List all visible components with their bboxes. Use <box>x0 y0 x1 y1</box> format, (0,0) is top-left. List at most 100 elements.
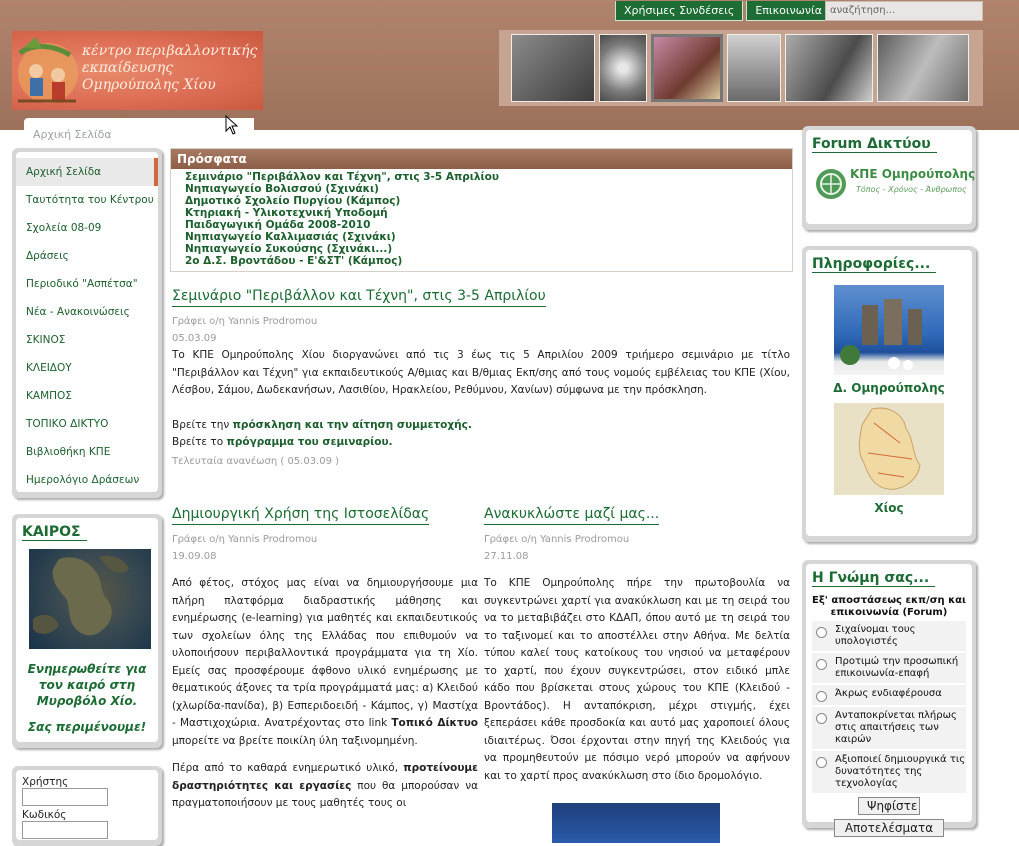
article-website-use: Δημιουργική Χρήση της Ιστοσελίδας Γράφει… <box>172 506 478 813</box>
article-title[interactable]: Δημιουργική Χρήση της Ιστοσελίδας <box>172 506 430 525</box>
article-recycle: Ανακυκλώστε μαζί μας... Γράφει ο/η Yanni… <box>484 506 790 843</box>
article-body: Το ΚΠΕ Ομηρούπολης Χίου διοργανώνει από … <box>172 349 790 396</box>
recent-link[interactable]: Νηπιαγωγείο Συκούσης (Σχινάκι...) <box>185 243 792 255</box>
forum-logo-sub: Τόπος - Χρόνος - Άνθρωπος <box>856 185 967 194</box>
radio-button[interactable] <box>816 659 827 670</box>
logo-line-1: κέντρο περιβαλλοντικής <box>82 43 258 59</box>
article-body: Το ΚΠΕ Ομηρούπολης πήρε την πρωτοβουλία … <box>484 577 790 782</box>
forum-logo[interactable]: ΚΠΕ Ομηρούπολης Τόπος - Χρόνος - Άνθρωπο… <box>814 165 976 205</box>
weather-sub: Σας περιμένουμε! <box>27 720 147 734</box>
poll-option-label: Αξιοποιεί δημιουργικά τις δυνατότητες τη… <box>835 754 966 789</box>
satellite-map-image[interactable] <box>29 549 151 649</box>
username-label: Χρήστης <box>22 776 69 788</box>
sidebar-menu: Αρχική Σελίδα Ταυτότητα του Κέντρου Σχολ… <box>12 148 162 498</box>
sidebar-item-calendar[interactable]: Ημερολόγιο Δράσεων <box>16 466 158 494</box>
photo-flower <box>599 34 647 102</box>
sidebar-item-local-network[interactable]: ΤΟΠΙΚΟ ΔΙΚΤΥΟ <box>16 410 158 438</box>
photo-woman <box>727 34 781 102</box>
windmills-photo[interactable] <box>834 285 944 375</box>
poll-option[interactable]: Ανταποκρίνεται πλήρως στις απαιτήσεις τω… <box>812 707 966 749</box>
radio-button[interactable] <box>816 757 827 768</box>
poll-option[interactable]: Σιχαίνομαι τους υπολογιστές <box>812 621 966 651</box>
recent-link[interactable]: Σεμινάριο "Περιβάλλον και Τέχνη", στις 3… <box>185 171 792 183</box>
children-illustration-icon <box>18 37 78 103</box>
sidebar-item-magazine[interactable]: Περιοδικό "Ασπέτσα" <box>16 270 158 298</box>
logo-text: κέντρο περιβαλλοντικής εκπαίδευσης Ομηρο… <box>82 43 257 94</box>
sidebar-item-identity[interactable]: Ταυτότητα του Κέντρου <box>16 186 158 214</box>
forum-panel: Forum Δικτύου ΚΠΕ Ομηρούπολης Τόπος - Χρ… <box>802 126 976 230</box>
invite-link[interactable]: πρόσκληση και την αίτηση συμμετοχής. <box>233 419 472 431</box>
chios-map-image[interactable] <box>834 403 944 495</box>
search-input[interactable]: αναζήτηση... <box>825 1 983 21</box>
radio-button[interactable] <box>816 627 827 638</box>
contact-button[interactable]: Επικοινωνία <box>746 1 832 21</box>
article-date: 05.03.09 <box>172 333 217 344</box>
recent-link[interactable]: Νηπιαγωγείο Καλλιμασιάς (Σχινάκι) <box>185 231 792 243</box>
forum-title[interactable]: Forum Δικτύου <box>812 136 937 153</box>
photo-child <box>511 34 595 102</box>
recent-box: Πρόσφατα Σεμινάριο "Περιβάλλον και Τέχνη… <box>170 148 793 272</box>
password-label: Κωδικός <box>22 809 67 821</box>
photo-group <box>785 34 873 102</box>
useful-links-button[interactable]: Χρήσιμες Συνδέσεις <box>615 1 744 21</box>
radio-button[interactable] <box>816 691 827 702</box>
article-title[interactable]: Ανακυκλώστε μαζί μας... <box>484 506 660 525</box>
recent-link[interactable]: Κτηριακή - Υλικοτεχνική Υποδομή <box>185 207 792 219</box>
chios-caption[interactable]: Χίος <box>812 501 966 515</box>
sidebar-item-schools[interactable]: Σχολεία 08-09 <box>16 214 158 242</box>
info-title: Πληροφορίες... <box>812 256 937 273</box>
article-seminar: Σεμινάριο "Περιβάλλον και Τέχνη", στις 3… <box>172 288 790 467</box>
local-network-link[interactable]: Τοπικό Δίκτυο <box>391 717 478 729</box>
article-author: Γράφει ο/η Yannis Prodromou <box>172 534 318 545</box>
article-updated: Τελευταία ανανέωση ( 05.03.09 ) <box>172 455 340 467</box>
poll-option[interactable]: Άκρως ενδιαφέρουσα <box>812 685 966 705</box>
password-field[interactable] <box>22 821 108 839</box>
poll-question: Εξ' αποστάσεως εκπ/ση και επικοινωνία (F… <box>812 595 966 618</box>
sidebar-item-library[interactable]: Βιβλιοθήκη ΚΠΕ <box>16 438 158 466</box>
site-logo[interactable]: κέντρο περιβαλλοντικής εκπαίδευσης Ομηρο… <box>12 31 263 110</box>
mouse-cursor-icon <box>225 115 239 135</box>
article-program-line: Βρείτε το πρόγραμμα του σεμιναρίου. <box>172 434 790 452</box>
login-panel: Χρήστης Κωδικός <box>12 766 162 846</box>
poll-option[interactable]: Αξιοποιεί δημιουργικά τις δυνατότητες τη… <box>812 751 966 793</box>
poll-option-label: Ανταποκρίνεται πλήρως στις απαιτήσεις τω… <box>835 710 957 745</box>
sidebar-item-kleidou[interactable]: ΚΛΕΙΔΟΥ <box>16 354 158 382</box>
vote-button[interactable]: Ψηφίστε <box>858 797 920 815</box>
recent-link[interactable]: Δημοτικό Σχολείο Πυργίου (Κάμπος) <box>185 195 792 207</box>
photo-children-color <box>651 34 723 102</box>
paragraph-text: μπορείτε να βρείτε ποικίλη ύλη ταξινομημ… <box>172 734 418 747</box>
program-link[interactable]: πρόγραμμα του σεμιναρίου. <box>227 436 393 448</box>
top-nav: Χρήσιμες Συνδέσεις Επικοινωνία <box>615 1 832 21</box>
recent-link[interactable]: 2ο Δ.Σ. Βροντάδου - Ε'&ΣΤ' (Κάμπος) <box>185 255 792 267</box>
article-date: 19.09.08 <box>172 551 217 562</box>
logo-line-2: εκπαίδευσης <box>82 60 174 76</box>
breadcrumb[interactable]: Αρχική Σελίδα <box>24 118 254 148</box>
sidebar-item-kampos[interactable]: ΚΑΜΠΟΣ <box>16 382 158 410</box>
article-invite-line: Βρείτε την πρόσκληση και την αίτηση συμμ… <box>172 417 790 435</box>
municipality-caption[interactable]: Δ. Ομηρούπολης <box>812 381 966 395</box>
article-paragraph-2: Πέρα από το καθαρά ενημερωτικό υλικό, πρ… <box>172 760 478 813</box>
article-author: Γράφει ο/η Yannis Prodromou <box>484 534 630 545</box>
recent-link[interactable]: Παιδαγωγική Ομάδα 2008-2010 <box>185 219 792 231</box>
article-author: Γράφει ο/η Yannis Prodromou <box>172 316 318 327</box>
site-header: Χρήσιμες Συνδέσεις Επικοινωνία αναζήτηση… <box>0 0 1019 130</box>
invite-prefix: Βρείτε την <box>172 418 230 431</box>
poll-option-label: Σιχαίνομαι τους υπολογιστές <box>835 624 916 647</box>
sidebar-item-home[interactable]: Αρχική Σελίδα <box>16 158 158 186</box>
sidebar-item-actions[interactable]: Δράσεις <box>16 242 158 270</box>
username-field[interactable] <box>22 788 108 806</box>
recent-title: Πρόσφατα <box>171 149 792 169</box>
poll-title: Η Γνώμη σας... <box>812 570 936 587</box>
article-date: 27.11.08 <box>484 551 529 562</box>
radio-button[interactable] <box>816 713 827 724</box>
header-photo-strip <box>499 30 983 106</box>
globe-icon <box>816 169 846 199</box>
sidebar-item-news[interactable]: Νέα - Ανακοινώσεις <box>16 298 158 326</box>
poll-option[interactable]: Προτιμώ την προσωπική επικοινωνία-επαφή <box>812 653 966 683</box>
article-title[interactable]: Σεμινάριο "Περιβάλλον και Τέχνη", στις 3… <box>172 288 546 307</box>
paragraph-text: Πέρα από το καθαρά ενημερωτικό υλικό, <box>172 762 399 774</box>
results-button[interactable]: Αποτελέσματα <box>834 819 944 837</box>
sidebar-item-skinos[interactable]: ΣΚΙΝΟΣ <box>16 326 158 354</box>
map-icon <box>858 407 921 490</box>
recent-link[interactable]: Νηπιαγωγείο Βολισσού (Σχινάκι) <box>185 183 792 195</box>
